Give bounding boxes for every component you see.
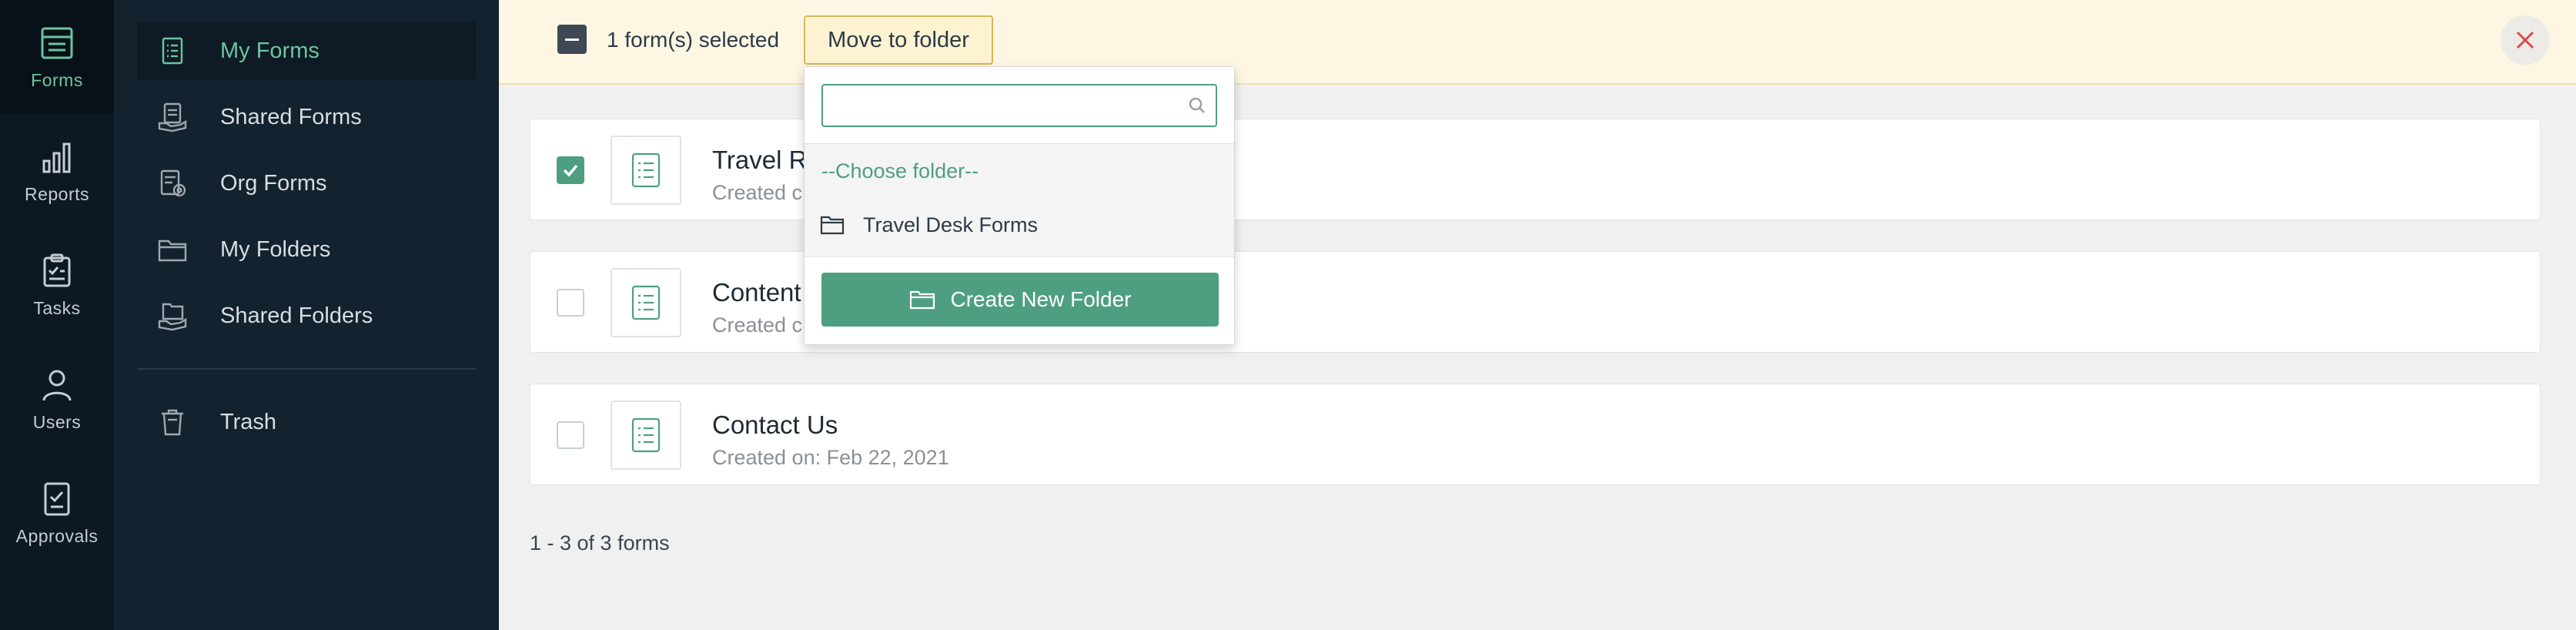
rail-label: Users	[32, 411, 82, 432]
form-doc-icon	[631, 285, 661, 320]
folder-option-travel-desk[interactable]: Travel Desk Forms	[805, 199, 1234, 250]
form-doc-icon	[631, 152, 661, 188]
rail-label: Forms	[31, 69, 83, 90]
deselect-all-checkbox[interactable]	[557, 25, 587, 54]
form-thumbnail	[611, 268, 681, 337]
sidebar-item-label: Org Forms	[220, 170, 327, 196]
folder-option-label: Travel Desk Forms	[863, 213, 1039, 236]
sidebar-item-org-forms[interactable]: Org Forms	[137, 154, 476, 213]
rail-item-approvals[interactable]: Approvals	[0, 456, 114, 570]
close-icon	[2516, 31, 2534, 49]
rail-label: Approvals	[15, 525, 99, 546]
trash-icon	[162, 409, 183, 436]
form-title[interactable]: Contact Us	[712, 411, 838, 440]
selected-count: 1 form(s) selected	[607, 28, 780, 52]
folder-icon	[820, 216, 845, 235]
create-folder-area: Create New Folder	[805, 256, 1234, 344]
sidebar-item-label: Trash	[220, 409, 277, 434]
rail-label: Tasks	[33, 297, 81, 318]
form-title[interactable]: Travel R	[712, 146, 807, 175]
form-thumbnail	[611, 136, 681, 205]
choose-folder-option[interactable]: --Choose folder--	[821, 159, 979, 183]
check-icon	[563, 164, 578, 177]
rail-label: Reports	[24, 183, 90, 204]
sidebar-item-my-forms[interactable]: My Forms	[137, 22, 476, 80]
search-icon	[1188, 96, 1206, 115]
form-checkbox[interactable]	[557, 421, 584, 449]
form-doc-icon	[162, 37, 183, 65]
sidebar-item-label: Shared Folders	[220, 303, 373, 328]
bar-chart-icon	[42, 142, 71, 173]
icon-rail: Forms Reports Tasks Users Approvals	[0, 0, 114, 630]
folder-icon	[909, 290, 935, 310]
move-to-folder-button[interactable]: Move to folder	[804, 15, 993, 65]
clipboard-icon	[43, 253, 71, 287]
sidebar-item-my-folders[interactable]: My Folders	[137, 220, 476, 279]
form-created-date: Created on: Feb 22, 2021	[712, 446, 949, 469]
close-selection-button[interactable]	[2501, 15, 2550, 65]
folder-search-wrap	[805, 67, 1234, 144]
shared-folder-icon	[158, 303, 187, 331]
sidebar-item-label: My Folders	[220, 236, 331, 262]
folder-dropdown: --Choose folder-- Travel Desk Forms Crea…	[804, 66, 1235, 345]
pagination-summary: 1 - 3 of 3 forms	[530, 531, 670, 555]
form-title[interactable]: Content	[712, 278, 801, 307]
create-new-folder-button[interactable]: Create New Folder	[821, 273, 1219, 327]
form-card[interactable]: Contact Us Created on: Feb 22, 2021	[530, 384, 2541, 485]
form-created-date: Created c	[712, 313, 803, 337]
sidebar-item-trash[interactable]: Trash	[137, 393, 476, 451]
sidebar-item-shared-forms[interactable]: Shared Forms	[137, 88, 476, 146]
form-thumbnail	[611, 400, 681, 470]
form-checkbox[interactable]	[557, 289, 584, 317]
shared-form-icon	[158, 102, 187, 132]
sidebar-item-shared-folders[interactable]: Shared Folders	[137, 287, 476, 345]
sidebar-item-label: My Forms	[220, 38, 319, 63]
rail-item-users[interactable]: Users	[0, 342, 114, 456]
approval-icon	[44, 482, 70, 515]
user-icon	[42, 370, 72, 400]
forms-icon	[41, 27, 73, 59]
form-doc-icon	[631, 417, 661, 453]
rail-item-forms[interactable]: Forms	[0, 0, 114, 114]
rail-item-reports[interactable]: Reports	[0, 114, 114, 228]
sidebar-divider	[137, 368, 476, 370]
folder-search-input[interactable]	[821, 84, 1217, 127]
form-checkbox[interactable]	[557, 156, 584, 184]
rail-item-tasks[interactable]: Tasks	[0, 228, 114, 342]
folder-icon	[158, 240, 187, 262]
org-form-icon	[160, 169, 186, 197]
create-new-folder-label: Create New Folder	[950, 287, 1132, 311]
form-created-date: Created c	[712, 181, 803, 204]
sidebar-item-label: Shared Forms	[220, 104, 362, 129]
